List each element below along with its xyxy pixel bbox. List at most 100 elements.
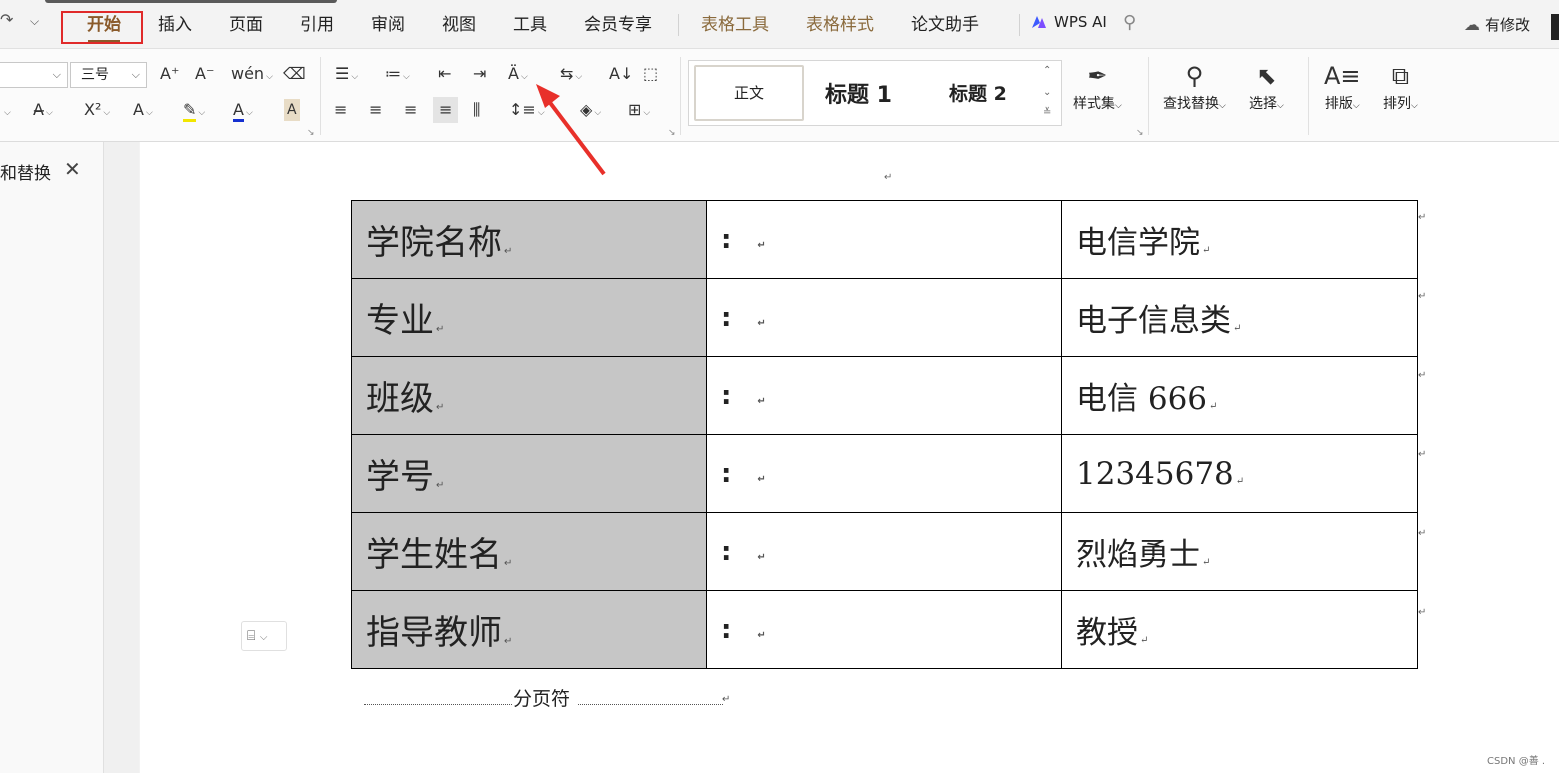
wps-ai-button[interactable]: WPS AI [1030,13,1107,31]
magnifier-icon: ⚲ [1185,62,1204,90]
arrange-button[interactable]: ⧉ 排列⌵ [1383,59,1418,113]
redo-icon[interactable]: ↷ [0,10,13,29]
row-colon-cell[interactable]: : ↵ [706,356,1062,435]
row-label-cell-text: 指导教师 [366,613,502,653]
row-value-cell[interactable]: 电信 666 ↵ [1061,356,1418,435]
row-colon-cell[interactable]: : ↵ [706,590,1062,669]
decrease-font-icon[interactable]: A⁻ [195,63,214,85]
select-button[interactable]: ⬉ 选择⌵ [1249,59,1284,113]
row-label-cell[interactable]: 专业 ↵ [351,278,707,357]
tab-insert[interactable]: 插入 [158,13,192,37]
row-value-cell[interactable]: 电子信息类 ↵ [1061,278,1418,357]
increase-indent-icon[interactable]: ⇥ [473,63,486,85]
table-row[interactable]: 学号 ↵: ↵ 12345678 ↵ [351,434,1418,513]
row-colon-cell[interactable]: : ↵ [706,278,1062,357]
tab-member[interactable]: 会员专享 [584,13,652,37]
row-label-cell[interactable]: 学院名称 ↵ [351,200,707,279]
row-value-cell[interactable]: 烈焰勇士 ↵ [1061,512,1418,591]
style-normal[interactable]: 正文 [694,65,804,121]
ribbon-divider [1148,57,1149,135]
table-row[interactable]: 班级 ↵: ↵ 电信 666 ↵ [351,356,1418,435]
tab-table-style[interactable]: 表格样式 [806,13,874,37]
align-right-icon[interactable]: ≡ [404,99,417,121]
text-direction-icon[interactable]: Ä ⌵ [508,63,528,88]
page-break: 分页符 ↵ [364,684,730,710]
bullet-list-icon[interactable]: ☰ ⌵ [335,63,358,88]
paragraph-mark: ↵ [1140,635,1149,646]
search-icon[interactable]: ⚲ [1123,12,1136,33]
tab-references[interactable]: 引用 [300,13,334,37]
row-colon-cell[interactable]: : ↵ [706,434,1062,513]
chevron-up-icon[interactable]: ⌃ [1043,65,1051,76]
style-heading-2[interactable]: 标题 2 [949,79,1007,106]
chevron-down-icon[interactable]: ⌄ [1043,87,1051,98]
underline-chevron-icon[interactable]: ⌵ [2,99,11,124]
font-size-select[interactable]: 三号 ⌵ [70,62,147,88]
align-left-icon[interactable]: ≡ [334,99,347,121]
strikethrough-icon[interactable]: A̶ ⌵ [33,99,53,124]
tab-view[interactable]: 视图 [442,13,476,37]
row-label-cell[interactable]: 班级 ↵ [351,356,707,435]
find-replace-button[interactable]: ⚲ 查找替换⌵ [1163,59,1226,113]
row-label-cell[interactable]: 学号 ↵ [351,434,707,513]
line-wrap-icon[interactable]: ⇆ ⌵ [560,63,582,88]
text-effect-icon[interactable]: A ⌵ [133,99,153,124]
tab-table-tools[interactable]: 表格工具 [701,13,769,37]
style-set-button[interactable]: ✒ 样式集⌵ [1073,59,1122,113]
menu-bar: ↷ ⌵ 开始 插入 页面 引用 审阅 视图 工具 会员专享 表格工具 表格样式 … [0,0,1559,49]
cloud-sync-icon: ☁ [1464,15,1480,34]
wps-ai-label: WPS AI [1054,13,1107,31]
phonetic-guide-icon[interactable]: wén ⌵ [231,63,273,88]
font-color-icon[interactable]: A ⌵ [233,99,253,124]
row-end-mark: ↵ [1418,370,1427,381]
tab-tools[interactable]: 工具 [513,13,547,37]
row-colon-cell[interactable]: : ↵ [706,512,1062,591]
style-heading-1[interactable]: 标题 1 [825,77,892,109]
highlight-icon[interactable]: ✎ ⌵ [183,99,205,124]
tab-home[interactable]: 开始 [87,13,121,37]
tab-thesis-assistant[interactable]: 论文助手 [911,13,979,37]
paragraph-mark: ↵ [1235,475,1245,487]
row-value-cell[interactable]: 12345678 ↵ [1061,434,1418,513]
row-value-cell[interactable]: 电信学院 ↵ [1061,200,1418,279]
table-row[interactable]: 学院名称 ↵: ↵ 电信学院 ↵ [351,200,1418,279]
show-marks-icon[interactable]: ⬚ [643,63,658,85]
numbered-list-icon[interactable]: ≔ ⌵ [385,63,410,88]
sort-icon[interactable]: A↓ [609,63,633,85]
row-label-cell-text: 学号 [366,457,434,497]
paragraph-shading-icon[interactable]: ◈ ⌵ [580,99,601,124]
clear-format-icon[interactable]: ⌫ [283,63,306,85]
paragraph-mark: ↵ [884,172,893,183]
dialog-launcher-icon[interactable]: ↘ [307,128,315,138]
table-row[interactable]: 学生姓名 ↵: ↵ 烈焰勇士 ↵ [351,512,1418,591]
gallery-expand-icon[interactable]: ≚ [1043,107,1051,118]
char-shading-icon[interactable]: A [284,99,300,121]
table-row[interactable]: 指导教师 ↵: ↵ 教授 ↵ [351,590,1418,669]
layout-button[interactable]: A≡ 排版⌵ [1324,59,1361,113]
row-value-cell[interactable]: 教授 ↵ [1061,590,1418,669]
line-spacing-icon[interactable]: ↕≡ ⌵ [509,99,545,124]
quick-access-chevron-icon[interactable]: ⌵ [30,14,39,29]
menu-divider [678,14,679,36]
decrease-indent-icon[interactable]: ⇤ [438,63,451,85]
borders-icon[interactable]: ⊞ ⌵ [628,99,650,124]
table-row[interactable]: 专业 ↵: ↵ 电子信息类 ↵ [351,278,1418,357]
row-colon-cell[interactable]: : ↵ [706,200,1062,279]
info-table[interactable]: 学院名称 ↵: ↵ 电信学院 ↵ 专业 ↵: ↵ 电子信息类 ↵ 班级 ↵: ↵ 电信 666 ↵ 学号 ↵: ↵… [351,200,1418,669]
dialog-launcher-icon[interactable]: ↘ [668,128,676,138]
tab-page[interactable]: 页面 [229,13,263,37]
align-center-icon[interactable]: ≡ [369,99,382,121]
increase-font-icon[interactable]: A⁺ [160,63,179,85]
modified-status[interactable]: ☁ 有修改 [1464,14,1530,35]
distribute-icon[interactable]: ⫼ [473,99,480,121]
row-label-cell[interactable]: 指导教师 ↵ [351,590,707,669]
tab-review[interactable]: 审阅 [371,13,405,37]
justify-icon[interactable]: ≡ [433,97,459,123]
table-handle-button[interactable]: ⌸ ⌵ [241,621,287,651]
close-icon[interactable]: ✕ [64,157,81,181]
superscript-icon[interactable]: X² ⌵ [84,99,110,124]
font-family-select[interactable]: ⌵ [0,62,68,88]
row-label-cell[interactable]: 学生姓名 ↵ [351,512,707,591]
dialog-launcher-icon[interactable]: ↘ [1136,128,1144,138]
paragraph-mark: ↵ [436,324,445,335]
